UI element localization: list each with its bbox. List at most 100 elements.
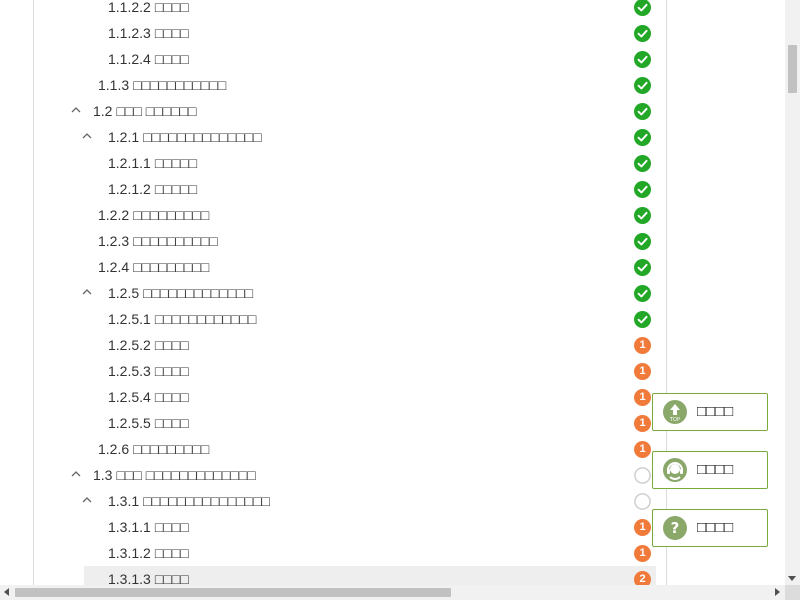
tree-row[interactable]: 1.3.1 □□□□□□□□□□□□□□□ xyxy=(0,488,666,514)
pending-count-badge: 1 xyxy=(634,441,651,458)
pending-count-badge: 1 xyxy=(634,389,651,406)
tree-row-title[interactable]: 1.2.2 □□□□□□□□□ xyxy=(98,206,209,224)
scroll-down-arrow-icon[interactable] xyxy=(788,576,796,581)
vertical-scrollbar-thumb[interactable] xyxy=(788,45,797,93)
section-number: 1.2.5.4 xyxy=(108,389,151,405)
scroll-right-arrow-icon[interactable] xyxy=(775,588,780,596)
customer-service-button[interactable]: □□□□ xyxy=(652,451,768,489)
tree-row-title[interactable]: 1.1.2.2 □□□□ xyxy=(108,0,189,16)
tree-row[interactable]: 1.3.1.3 □□□□ 2 xyxy=(0,566,666,585)
tree-row[interactable]: 1.2.6 □□□□□□□□□ 1 xyxy=(0,436,666,462)
tree-row-title[interactable]: 1.2.5.4 □□□□ xyxy=(108,388,189,406)
section-number: 1.1.2.4 xyxy=(108,51,151,67)
completed-check-icon xyxy=(634,285,651,302)
tree-row-title[interactable]: 1.3.1.1 □□□□ xyxy=(108,518,189,536)
section-title: □□□□□□□□□ xyxy=(133,441,210,457)
not-started-circle-icon xyxy=(634,467,651,484)
collapse-chevron-icon[interactable] xyxy=(82,288,92,296)
tree-row-title[interactable]: 1.3.1.2 □□□□ xyxy=(108,544,189,562)
tree-row-title[interactable]: 1.1.3 □□□□□□□□□□□ xyxy=(98,76,226,94)
tree-row-title[interactable]: 1.2.5.3 □□□□ xyxy=(108,362,189,380)
section-title: □□□□ xyxy=(154,415,189,431)
tree-row[interactable]: 1.2.5.5 □□□□ 1 xyxy=(0,410,666,436)
tree-row-title[interactable]: 1.2.5.1 □□□□□□□□□□□□ xyxy=(108,310,256,328)
tree-row[interactable]: 1.2.3 □□□□□□□□□□ xyxy=(0,228,666,254)
tree-row[interactable]: 1.1.2.3 □□□□ xyxy=(0,20,666,46)
tree-row[interactable]: 1.2.2 □□□□□□□□□ xyxy=(0,202,666,228)
section-title: □□□□ xyxy=(154,0,189,15)
completed-check-icon xyxy=(634,207,651,224)
pending-count-badge: 1 xyxy=(634,519,651,536)
section-number: 1.2.5.3 xyxy=(108,363,151,379)
tree-row[interactable]: 1.3.1.2 □□□□ 1 xyxy=(0,540,666,566)
section-title: □□□□ xyxy=(154,389,189,405)
tree-row-title[interactable]: 1.2.1 □□□□□□□□□□□□□□ xyxy=(108,128,262,146)
collapse-chevron-icon[interactable] xyxy=(71,470,81,478)
completed-check-icon xyxy=(634,233,651,250)
section-number: 1.2.2 xyxy=(98,207,130,223)
help-button[interactable]: ? □□□□ xyxy=(652,509,768,547)
tree-row[interactable]: 1.1.3 □□□□□□□□□□□ xyxy=(0,72,666,98)
collapse-chevron-icon[interactable] xyxy=(82,132,92,140)
tree-row[interactable]: 1.1.2.4 □□□□ xyxy=(0,46,666,72)
tree-row[interactable]: 1.3 □□□ □□□□□□□□□□□□□ xyxy=(0,462,666,488)
horizontal-scrollbar[interactable] xyxy=(0,585,800,600)
section-number: 1.2.1 xyxy=(108,129,140,145)
section-number: 1.2 xyxy=(93,103,113,119)
tree-row-title[interactable]: 1.2 □□□ □□□□□□ xyxy=(93,102,196,120)
collapse-chevron-icon[interactable] xyxy=(71,106,81,114)
tree-row-title[interactable]: 1.2.1.2 □□□□□ xyxy=(108,180,197,198)
tree-row-title[interactable]: 1.2.1.1 □□□□□ xyxy=(108,154,197,172)
section-title: □□□□ xyxy=(154,337,189,353)
section-number: 1.3.1.3 xyxy=(108,571,151,585)
help-icon: ? xyxy=(662,515,688,541)
tree-row[interactable]: 1.2.1 □□□□□□□□□□□□□□ xyxy=(0,124,666,150)
pending-count-badge: 1 xyxy=(634,415,651,432)
tree-row[interactable]: 1.2.5 □□□□□□□□□□□□□ xyxy=(0,280,666,306)
not-started-circle-icon xyxy=(634,493,651,510)
completed-check-icon xyxy=(634,103,651,120)
collapse-chevron-icon[interactable] xyxy=(82,496,92,504)
vertical-scrollbar[interactable] xyxy=(785,0,800,585)
completed-check-icon xyxy=(634,259,651,276)
tree-row-title[interactable]: 1.3 □□□ □□□□□□□□□□□□□ xyxy=(93,466,256,484)
tree-row[interactable]: 1.2.1.2 □□□□□ xyxy=(0,176,666,202)
scroll-left-arrow-icon[interactable] xyxy=(4,588,9,596)
tree-row-title[interactable]: 1.2.6 □□□□□□□□□ xyxy=(98,440,209,458)
back-to-top-button[interactable]: TOP □□□□ xyxy=(652,393,768,431)
tree-row[interactable]: 1.2.5.1 □□□□□□□□□□□□ xyxy=(0,306,666,332)
section-title: □□□□ xyxy=(154,25,189,41)
tree-row-title[interactable]: 1.2.5.2 □□□□ xyxy=(108,336,189,354)
completed-check-icon xyxy=(634,0,651,16)
section-number: 1.1.3 xyxy=(98,77,130,93)
tree-row-title[interactable]: 1.1.2.4 □□□□ xyxy=(108,50,189,68)
tree-row[interactable]: 1.2.5.3 □□□□ 1 xyxy=(0,358,666,384)
scrollbar-corner xyxy=(785,585,800,600)
section-number: 1.1.2.3 xyxy=(108,25,151,41)
tree-row-title[interactable]: 1.3.1 □□□□□□□□□□□□□□□ xyxy=(108,492,270,510)
tree-row[interactable]: 1.2.5.2 □□□□ 1 xyxy=(0,332,666,358)
pending-count-badge: 1 xyxy=(634,363,651,380)
section-number: 1.3.1.1 xyxy=(108,519,151,535)
completed-check-icon xyxy=(634,51,651,68)
tree-row-title[interactable]: 1.3.1.3 □□□□ xyxy=(108,570,189,585)
section-title: □□□□□□□□□□□□□□□ xyxy=(143,493,270,509)
section-title: □□□□ xyxy=(154,545,189,561)
section-number: 1.3.1.2 xyxy=(108,545,151,561)
tree-row[interactable]: 1.3.1.1 □□□□ 1 xyxy=(0,514,666,540)
tree-row[interactable]: 1.2.5.4 □□□□ 1 xyxy=(0,384,666,410)
tree-row-title[interactable]: 1.1.2.3 □□□□ xyxy=(108,24,189,42)
tree-row[interactable]: 1.2.1.1 □□□□□ xyxy=(0,150,666,176)
section-number: 1.2.5.2 xyxy=(108,337,151,353)
section-title: □□□□ xyxy=(154,571,189,585)
horizontal-scrollbar-thumb[interactable] xyxy=(15,588,451,597)
tree-row-title[interactable]: 1.2.3 □□□□□□□□□□ xyxy=(98,232,218,250)
tree-row-title[interactable]: 1.2.4 □□□□□□□□□ xyxy=(98,258,209,276)
tree-row-title[interactable]: 1.2.5 □□□□□□□□□□□□□ xyxy=(108,284,253,302)
section-number: 1.1.2.2 xyxy=(108,0,151,15)
tree-row[interactable]: 1.1.2.2 □□□□ xyxy=(0,0,666,20)
tree-row[interactable]: 1.2 □□□ □□□□□□ xyxy=(0,98,666,124)
tree-row-title[interactable]: 1.2.5.5 □□□□ xyxy=(108,414,189,432)
section-title: □□□□ xyxy=(154,363,189,379)
tree-row[interactable]: 1.2.4 □□□□□□□□□ xyxy=(0,254,666,280)
